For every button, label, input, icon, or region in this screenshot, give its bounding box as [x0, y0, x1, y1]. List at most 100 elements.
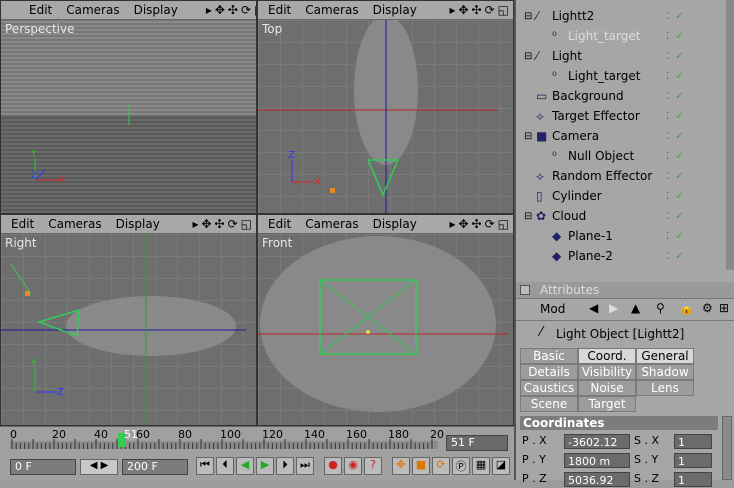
attributes-checkbox[interactable] [520, 285, 530, 295]
object-name[interactable]: Target Effector [552, 109, 640, 123]
visibility-dots[interactable]: ⁚ ✓ [666, 71, 684, 82]
tab[interactable]: General [636, 348, 694, 364]
prev-key-icon[interactable]: ⏴ [216, 457, 234, 475]
expand-icon[interactable]: ⊟ [524, 11, 532, 22]
visibility-dots[interactable]: ⁚ ✓ [666, 211, 684, 222]
object-name[interactable]: Light [552, 49, 582, 63]
scale-key-icon[interactable]: ■ [412, 457, 430, 475]
help-icon[interactable]: ? [364, 457, 382, 475]
rotate-icon[interactable]: ⟳ [228, 217, 238, 231]
arrow-icon[interactable]: ▸ [192, 217, 198, 231]
object-name[interactable]: Camera [552, 129, 599, 143]
tab[interactable]: Shadow [636, 364, 694, 380]
param-key-icon[interactable]: Ⓟ [452, 457, 470, 475]
scale-value-field[interactable]: 1 [674, 453, 712, 468]
tab[interactable]: Scene [520, 396, 578, 412]
visibility-dots[interactable]: ⁚ ✓ [666, 151, 684, 162]
tab[interactable]: Lens [636, 380, 694, 396]
expand-icon[interactable]: ⊟ [524, 131, 532, 142]
object-name[interactable]: Cylinder [552, 189, 602, 203]
frame-step-buttons[interactable]: ◀ ▶ [80, 459, 118, 475]
up-arrow-icon[interactable]: ▲ [631, 301, 640, 315]
go-start-icon[interactable]: ⏮ [196, 457, 214, 475]
direction-icon[interactable]: ✣ [472, 217, 482, 231]
move-key-icon[interactable]: ✥ [392, 457, 410, 475]
object-row[interactable]: ▭ Background ⁚ ✓ [516, 86, 734, 106]
expand-icon[interactable]: ⊟ [524, 211, 532, 222]
direction-icon[interactable]: ✣ [228, 3, 238, 17]
rotate-icon[interactable]: ⟳ [485, 217, 495, 231]
visibility-dots[interactable]: ⁚ ✓ [666, 231, 684, 242]
start-frame-field[interactable]: 0 F [10, 459, 76, 475]
rotate-icon[interactable]: ⟳ [241, 3, 251, 17]
visibility-dots[interactable]: ⁚ ✓ [666, 51, 684, 62]
expand-icon[interactable]: ⊟ [524, 51, 532, 62]
menu-display[interactable]: Display [373, 217, 417, 231]
object-name[interactable]: Background [552, 89, 624, 103]
search-icon[interactable]: ⚲ [656, 301, 665, 315]
menu-cameras[interactable]: Cameras [66, 3, 119, 17]
menu-edit[interactable]: Edit [11, 217, 34, 231]
viewport-front[interactable]: Edit Cameras Display ▸ ✥ ✣ ⟳ ◱ Front [257, 214, 514, 426]
tab[interactable]: Visibility [578, 364, 636, 380]
viewport-top[interactable]: Edit Cameras Display ▸ ✥ ✣ ⟳ ◱ Top Z X [257, 0, 514, 214]
rotate-key-icon[interactable]: ⟳ [432, 457, 450, 475]
forward-arrow-icon[interactable]: ▶ [609, 301, 618, 315]
object-row[interactable]: ⁰ Light_target ⁚ ✓ [516, 66, 734, 86]
play-icon[interactable]: ▶ [256, 457, 274, 475]
visibility-dots[interactable]: ⁚ ✓ [666, 11, 684, 22]
scrollbar[interactable] [726, 0, 734, 270]
maximize-icon[interactable]: ◱ [241, 217, 252, 231]
viewport-perspective[interactable]: Edit Cameras Display ▸✥✣⟳◱ Perspective Y… [0, 0, 257, 214]
object-row[interactable]: ▯ Cylinder ⁚ ✓ [516, 186, 734, 206]
object-row[interactable]: ⁰ Light_target ⁚ ✓ [516, 26, 734, 46]
play-back-icon[interactable]: ◀ [236, 457, 254, 475]
visibility-dots[interactable]: ⁚ ✓ [666, 171, 684, 182]
object-row[interactable]: ⟡ Target Effector ⁚ ✓ [516, 106, 734, 126]
maximize-icon[interactable]: ◱ [498, 3, 509, 17]
visibility-dots[interactable]: ⁚ ✓ [666, 191, 684, 202]
rotate-icon[interactable]: ⟳ [485, 3, 495, 17]
direction-icon[interactable]: ✣ [472, 3, 482, 17]
menu-display[interactable]: Display [134, 3, 178, 17]
move-icon[interactable]: ✥ [215, 3, 225, 17]
menu-cameras[interactable]: Cameras [305, 217, 358, 231]
record-icon[interactable]: ● [324, 457, 342, 475]
tab[interactable]: Coord. [578, 348, 636, 364]
mode-menu[interactable]: Mod [540, 302, 565, 316]
tab[interactable]: Noise [578, 380, 636, 396]
visibility-dots[interactable]: ⁚ ✓ [666, 31, 684, 42]
coord-value-field[interactable]: 1800 m [564, 453, 630, 468]
object-row[interactable]: ⊟ ⁄ Light ⁚ ✓ [516, 46, 734, 66]
object-row[interactable]: ⊟ ✿ Cloud ⁚ ✓ [516, 206, 734, 226]
tab[interactable]: Caustics [520, 380, 578, 396]
grid-key-icon[interactable]: ▦ [472, 457, 490, 475]
object-name[interactable]: Light_target [568, 29, 640, 43]
direction-icon[interactable]: ✣ [215, 217, 225, 231]
viewport-right[interactable]: Edit Cameras Display ▸ ✥ ✣ ⟳ ◱ Right Y Z [0, 214, 257, 426]
object-row[interactable]: ⊟ ⁄ Lightt2 ⁚ ✓ [516, 6, 734, 26]
arrow-icon[interactable]: ▸ [206, 3, 212, 17]
menu-edit[interactable]: Edit [268, 3, 291, 17]
object-name[interactable]: Random Effector [552, 169, 652, 183]
maximize-icon[interactable]: ◱ [498, 217, 509, 231]
go-end-icon[interactable]: ⏭ [296, 457, 314, 475]
object-name[interactable]: Plane-2 [568, 249, 613, 263]
menu-cameras[interactable]: Cameras [305, 3, 358, 17]
move-icon[interactable]: ✥ [458, 3, 468, 17]
move-icon[interactable]: ✥ [201, 217, 211, 231]
tab[interactable]: Basic [520, 348, 578, 364]
options-icon[interactable]: ⚙ [702, 301, 713, 315]
visibility-dots[interactable]: ⁚ ✓ [666, 251, 684, 262]
object-row[interactable]: ⁰ Null Object ⁚ ✓ [516, 146, 734, 166]
next-key-icon[interactable]: ⏵ [276, 457, 294, 475]
back-arrow-icon[interactable]: ◀ [589, 301, 598, 315]
move-icon[interactable]: ✥ [458, 217, 468, 231]
object-name[interactable]: Light_target [568, 69, 640, 83]
object-row[interactable]: ◆ Plane-2 ⁚ ✓ [516, 246, 734, 266]
lock-icon[interactable]: 🔒 [679, 301, 694, 315]
menu-edit[interactable]: Edit [268, 217, 291, 231]
arrow-icon[interactable]: ▸ [449, 217, 455, 231]
visibility-dots[interactable]: ⁚ ✓ [666, 131, 684, 142]
menu-edit[interactable]: Edit [29, 3, 52, 17]
